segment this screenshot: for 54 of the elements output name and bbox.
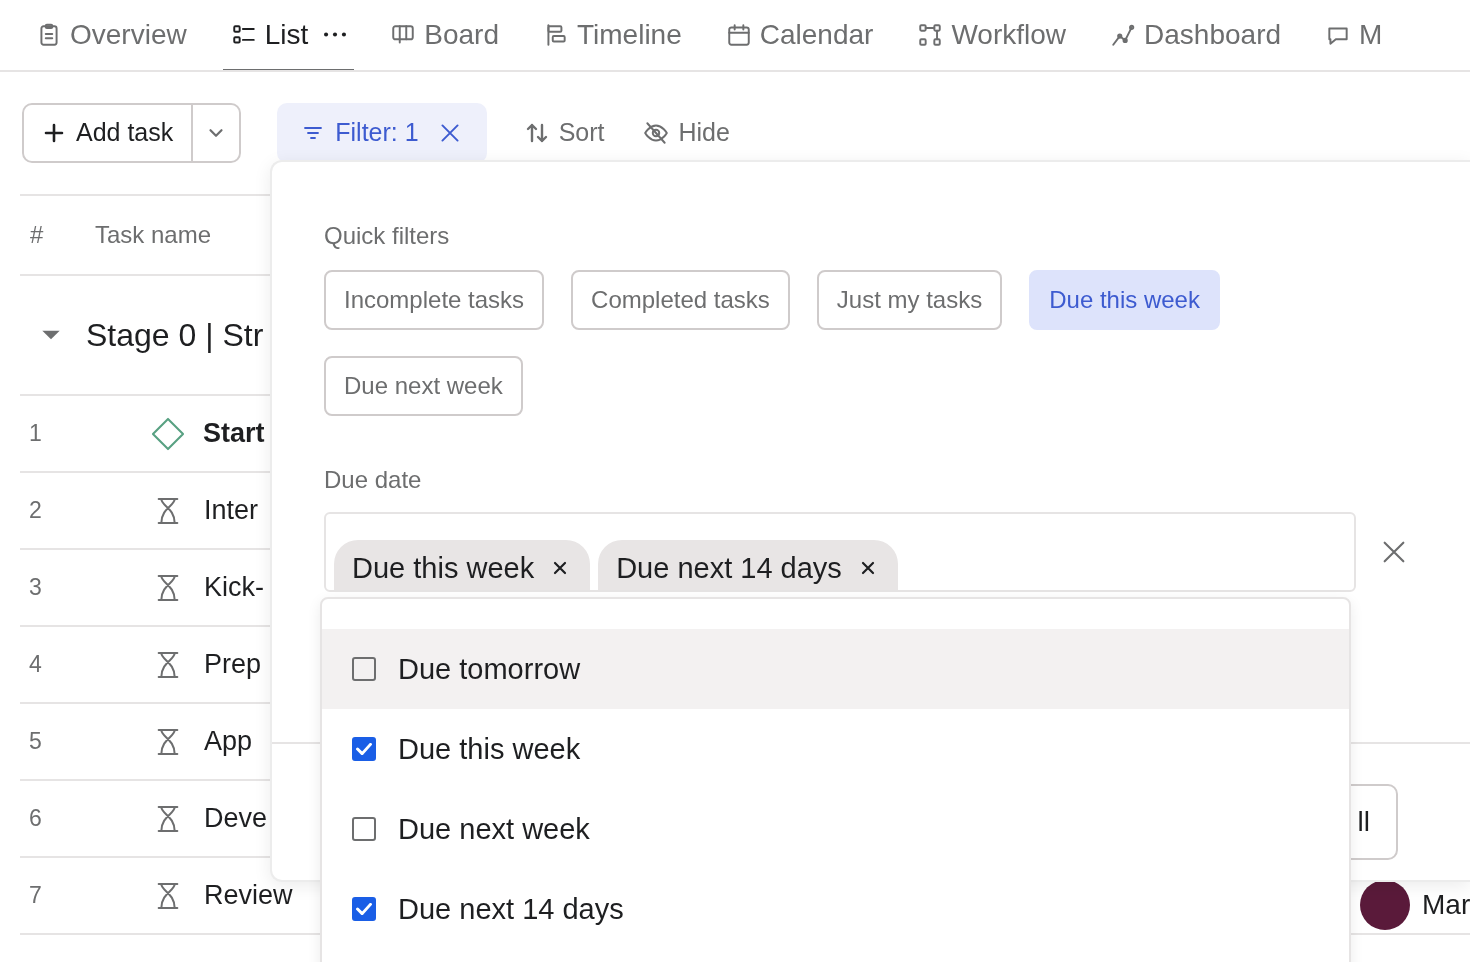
checkbox[interactable] [352,897,376,921]
avatar [1360,880,1410,930]
tab[interactable]: Dashboard [1102,0,1290,70]
task-name[interactable]: Prep [204,649,262,680]
task-name[interactable]: Kick- [204,572,264,603]
quick-filter-chip[interactable]: Incomplete tasks [324,270,545,330]
hide-button[interactable]: Hide [640,118,730,147]
workflow-icon [917,21,944,48]
task-name[interactable]: Inter [204,495,259,526]
checkbox[interactable] [352,657,376,681]
row-number: 1 [28,420,43,447]
tab[interactable]: Calendar [717,0,882,70]
eye-slash-icon [642,119,669,146]
quick-filter-chip[interactable]: Due this week [1029,270,1220,330]
checkmark-icon [356,903,372,915]
section-label: Due date [324,466,423,494]
row-number: 3 [28,574,43,601]
quick-filter-chip[interactable]: Just my tasks [816,270,1003,330]
multi-select-field[interactable]: Due this week Due next 14 days [324,512,1356,592]
quick-filter-chip[interactable]: Due next week [324,356,523,416]
menu-option[interactable]: Due tomorrow [322,629,1349,709]
more-icon [324,32,347,37]
menu-option[interactable]: Due this week [322,709,1349,789]
tab[interactable]: Overview [28,0,195,70]
row-number: 5 [28,728,43,755]
tab[interactable]: Timeline [535,0,690,70]
tab[interactable]: M [1317,0,1391,70]
task-name[interactable]: Start [203,418,265,449]
selected-token[interactable]: Due this week [334,540,591,590]
column-header: # [29,221,45,249]
filter-button[interactable]: Filter: 1 [277,102,487,163]
row-number: 7 [28,882,43,909]
task-name[interactable]: App [204,726,253,757]
task-name[interactable]: Deve [204,803,268,834]
assignee-name: Mar [1422,889,1470,921]
task-name[interactable]: Review [204,880,293,911]
calendar-icon [725,21,752,48]
checkbox[interactable] [352,817,376,841]
section-title: Stage 0 | Str [86,316,264,354]
menu-option[interactable]: Due next week [322,789,1349,869]
checkmark-icon [356,743,372,755]
sort-button[interactable]: Sort [522,118,605,147]
menu-option[interactable]: Due next 14 days [322,869,1349,949]
selected-token[interactable]: Due next 14 days [598,540,898,590]
quick-filter-chip[interactable]: Completed tasks [571,270,790,330]
checkbox[interactable] [352,737,376,761]
tab[interactable]: List [222,0,355,70]
section-label: Quick filters [324,222,451,250]
tab[interactable]: Board [382,0,507,70]
row-number: 4 [28,651,43,678]
column-header: Task name [95,221,212,249]
row-number: 6 [28,805,43,832]
tab[interactable]: Workflow [909,0,1075,70]
row-number: 2 [28,497,43,524]
